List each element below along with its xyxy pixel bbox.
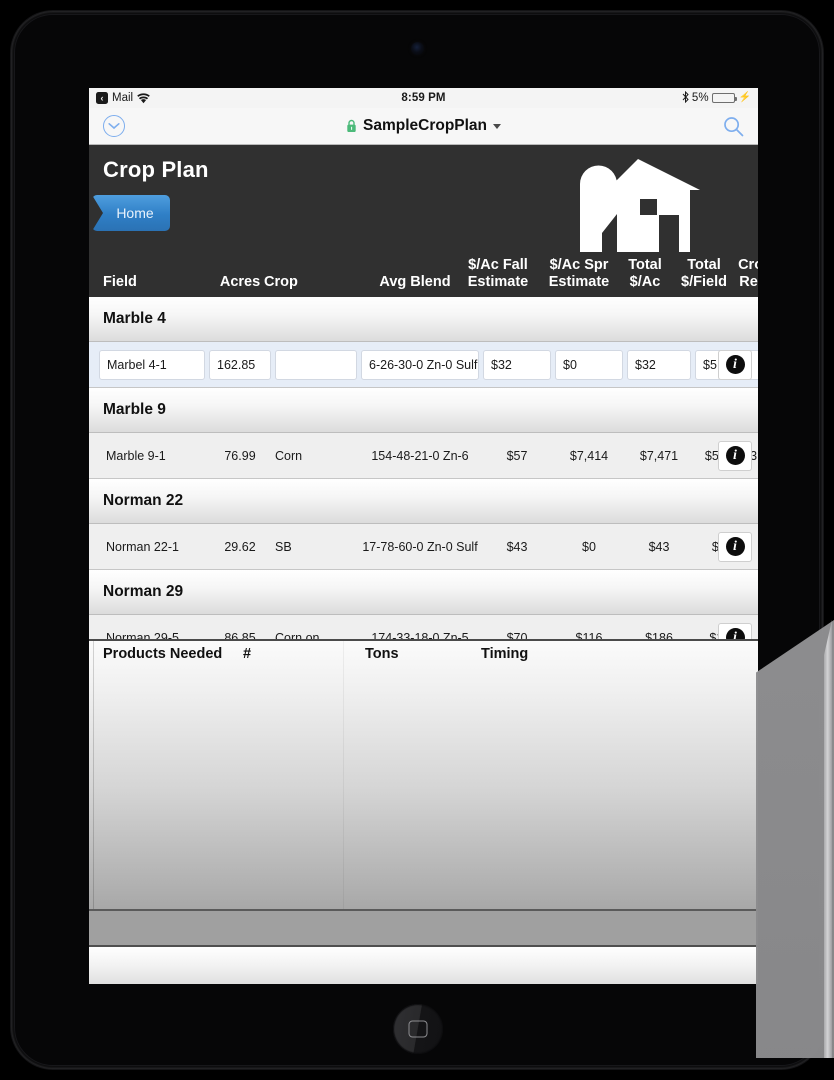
info-icon: i	[725, 446, 745, 465]
cell-fall-estimate[interactable]: $32	[483, 349, 551, 380]
section-header-label: Marble 9	[103, 401, 166, 418]
table-row[interactable]: Norman 22-1 29.62 SB 17-78-60-0 Zn-0 Sul…	[89, 524, 758, 570]
column-header-spring-estimate: $/Ac Spr Estimate	[548, 257, 610, 290]
products-needed-headers: Products Needed # Tons Timing	[89, 641, 758, 669]
tablet-screen: ‹ Mail 8:59 PM 5% ⚡ SampleCropPlan Crop …	[89, 88, 758, 984]
status-bar-right: 5% ⚡	[682, 90, 751, 106]
cell-acres[interactable]: 162.85	[209, 349, 271, 380]
table-row[interactable]: Marble 9-1 76.99 Corn 154-48-21-0 Zn-6 $…	[89, 433, 758, 479]
cell-spring-estimate[interactable]: $7,414	[555, 441, 623, 471]
row-info-button[interactable]: i	[718, 349, 752, 380]
tablet-device: ‹ Mail 8:59 PM 5% ⚡ SampleCropPlan Crop …	[0, 0, 834, 1080]
section-header-label: Norman 22	[103, 492, 184, 509]
device-home-button[interactable]	[393, 1004, 443, 1054]
status-bar: ‹ Mail 8:59 PM 5% ⚡	[89, 88, 758, 108]
products-header-timing: Timing	[481, 646, 529, 662]
cell-acres[interactable]: 29.62	[209, 532, 271, 562]
cell-crop[interactable]: Corn on	[275, 623, 357, 640]
cell-total-per-acre[interactable]: $7,471	[627, 441, 691, 471]
cell-acres[interactable]: 86.85	[209, 623, 271, 640]
cell-crop[interactable]: Corn	[275, 441, 357, 471]
column-header-total-per-field: Total $/Field	[681, 257, 727, 290]
column-header-total-per-acre: Total $/Ac	[628, 257, 662, 290]
section-header-label: Marble 4	[103, 310, 166, 327]
cell-field[interactable]: Marble 9-1	[99, 441, 205, 471]
column-header-fall-estimate: $/Ac Fall Estimate	[467, 257, 529, 290]
table-column-headers: Field Acres Crop Avg Blend $/Ac Fall Est…	[89, 245, 758, 297]
cell-fall-estimate[interactable]: $70	[483, 623, 551, 640]
cell-crop[interactable]: SB	[275, 532, 357, 562]
cell-avg-blend[interactable]: 17-78-60-0 Zn-0 Sulf	[361, 532, 479, 562]
barn-silo-logo-icon	[567, 157, 702, 259]
cell-total-per-acre[interactable]: $32	[627, 349, 691, 380]
bottom-gray-strip	[89, 911, 758, 947]
column-header-avg-blend: Avg Blend	[379, 274, 451, 290]
cell-fall-estimate[interactable]: $57	[483, 441, 551, 471]
app-header: Crop Plan Home Field Acres Crop Avg Blen…	[89, 145, 758, 297]
cell-crop[interactable]	[275, 349, 357, 380]
cell-avg-blend[interactable]: 174-33-18-0 Zn-5	[361, 623, 479, 640]
panel-left-rule	[93, 641, 94, 909]
column-header-crop: Crop	[264, 274, 298, 290]
products-header-count: #	[243, 646, 252, 662]
cell-total-per-acre[interactable]: $186	[627, 623, 691, 640]
row-info-button[interactable]: i	[718, 440, 752, 471]
cell-spring-estimate[interactable]: $0	[555, 349, 623, 380]
products-header-tons: Tons	[365, 646, 399, 662]
info-icon: i	[725, 537, 745, 556]
row-info-button[interactable]: i	[718, 531, 752, 562]
footer-bar	[89, 947, 758, 984]
caret-down-icon[interactable]	[493, 123, 502, 129]
page-title: Crop Plan	[103, 157, 209, 182]
column-header-field: Field	[103, 274, 137, 290]
table-row[interactable]: Norman 29-5 86.85 Corn on 174-33-18-0 Zn…	[89, 615, 758, 639]
cell-fall-estimate[interactable]: $43	[483, 532, 551, 562]
lightning-bolt-icon: ⚡	[738, 92, 751, 103]
table-row[interactable]: Marbel 4-1 162.85 6-26-30-0 Zn-0 Sulf $3…	[89, 342, 758, 388]
bezel-edge-highlight	[824, 620, 832, 1058]
products-needed-panel[interactable]: Products Needed # Tons Timing	[89, 639, 758, 911]
document-title[interactable]: SampleCropPlan	[363, 117, 487, 135]
info-icon: i	[725, 355, 745, 374]
cell-avg-blend[interactable]: 6-26-30-0 Zn-0 Sulf	[361, 349, 479, 380]
battery-empty-icon	[711, 93, 737, 103]
cell-spring-estimate[interactable]: $0	[555, 532, 623, 562]
section-header: Marble 9	[89, 388, 758, 433]
panel-mid-rule	[343, 641, 344, 909]
cell-field[interactable]: Norman 22-1	[99, 532, 205, 562]
section-header: Norman 22	[89, 479, 758, 524]
status-bar-clock: 8:59 PM	[401, 92, 446, 104]
document-nav-bar: SampleCropPlan	[89, 108, 758, 145]
cell-field[interactable]: Marbel 4-1	[99, 349, 205, 380]
cell-spring-estimate[interactable]: $116	[555, 623, 623, 640]
home-tab-label: Home	[116, 205, 154, 221]
battery-percent-label: 5%	[691, 92, 709, 104]
front-camera-icon	[411, 42, 424, 55]
screen-glare-reflection	[756, 620, 834, 1058]
lock-icon	[346, 119, 357, 133]
column-header-crop-rem: Crop Rem	[738, 257, 758, 290]
products-header-name: Products Needed	[103, 646, 223, 662]
cell-field[interactable]: Norman 29-5	[99, 623, 205, 640]
info-icon: i	[725, 628, 745, 639]
cell-avg-blend[interactable]: 154-48-21-0 Zn-6	[361, 441, 479, 471]
crop-plan-table[interactable]: Marble 4 Marbel 4-1 162.85 6-26-30-0 Zn-…	[89, 297, 758, 639]
bluetooth-icon	[682, 90, 689, 106]
cell-total-per-acre[interactable]: $43	[627, 532, 691, 562]
cell-acres[interactable]: 76.99	[209, 441, 271, 471]
home-tab-button[interactable]: Home	[92, 195, 170, 231]
document-title-group[interactable]: SampleCropPlan	[89, 117, 758, 135]
section-header: Norman 29	[89, 570, 758, 615]
section-header: Marble 4	[89, 297, 758, 342]
section-header-label: Norman 29	[103, 583, 184, 600]
row-info-button[interactable]: i	[718, 622, 752, 639]
